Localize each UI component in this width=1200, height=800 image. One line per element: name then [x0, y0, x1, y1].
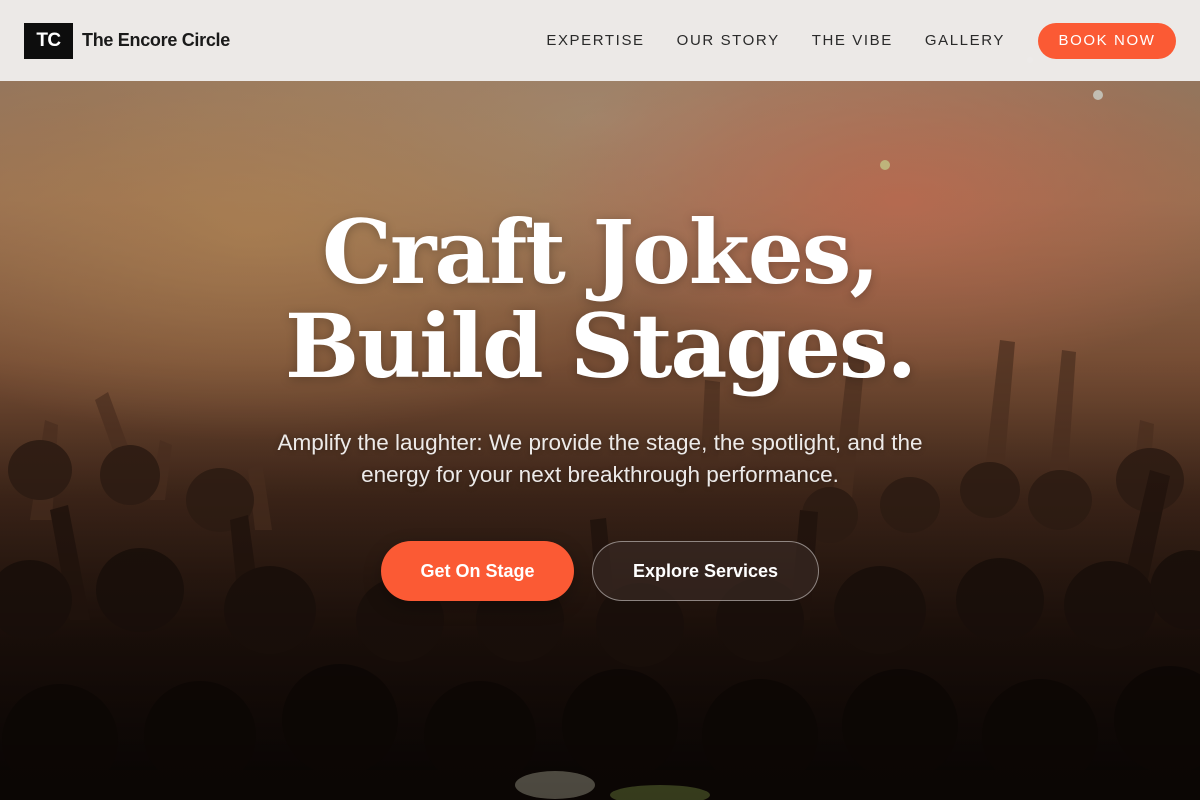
- get-on-stage-button[interactable]: Get On Stage: [381, 541, 574, 601]
- headline-line-1: Craft Jokes,: [321, 200, 880, 304]
- book-now-button[interactable]: BOOK NOW: [1038, 22, 1176, 59]
- brand[interactable]: TC The Encore Circle: [24, 22, 230, 59]
- main-nav: EXPERTISE OUR STORY THE VIBE GALLERY BOO…: [514, 22, 1176, 59]
- nav-item-gallery[interactable]: GALLERY: [925, 32, 1005, 49]
- site-header: TC The Encore Circle EXPERTISE OUR STORY…: [0, 0, 1200, 81]
- logo[interactable]: TC: [24, 22, 73, 59]
- nav-item-the-vibe[interactable]: THE VIBE: [812, 32, 893, 49]
- hero-cta-row: Get On Stage Explore Services: [0, 541, 1200, 601]
- hero-content: Craft Jokes, Build Stages. Amplify the l…: [0, 205, 1200, 601]
- brand-name[interactable]: The Encore Circle: [82, 30, 230, 51]
- hero-headline: Craft Jokes, Build Stages.: [0, 205, 1200, 393]
- explore-services-button[interactable]: Explore Services: [592, 541, 819, 601]
- nav-item-our-story[interactable]: OUR STORY: [677, 32, 780, 49]
- headline-line-2: Build Stages.: [284, 294, 917, 398]
- hero-subtext: Amplify the laughter: We provide the sta…: [277, 430, 923, 487]
- nav-item-expertise[interactable]: EXPERTISE: [546, 32, 644, 49]
